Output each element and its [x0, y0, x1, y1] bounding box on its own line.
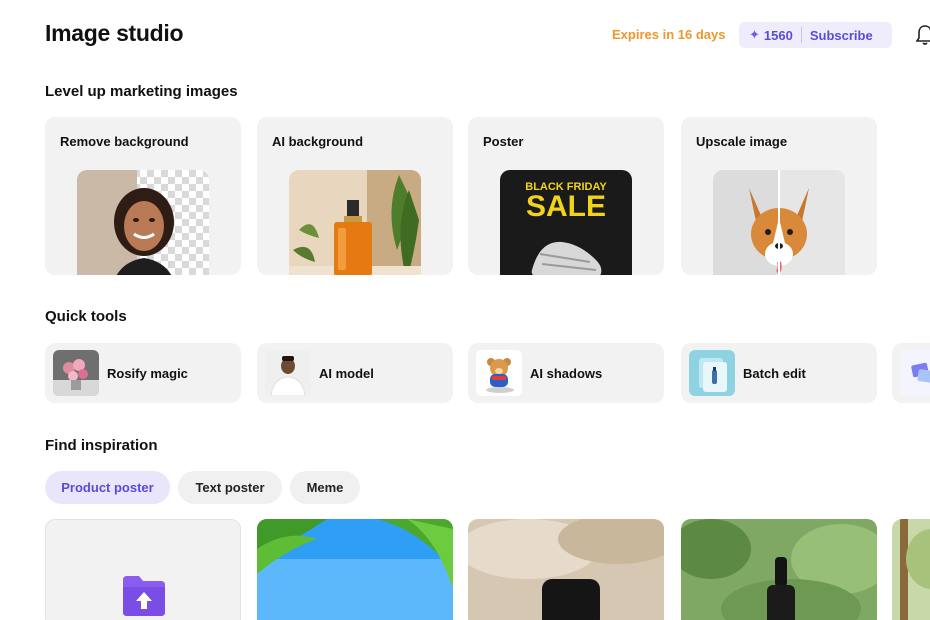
credits-count: 1560: [763, 27, 793, 43]
inspiration-card-sand-bottle[interactable]: [468, 519, 664, 620]
section-title-quick-tools: Quick tools: [45, 308, 127, 325]
poster-line-2: SALE: [526, 190, 606, 223]
tool-card-ai-shadows[interactable]: AI shadows: [468, 343, 664, 403]
upload-card[interactable]: [45, 519, 241, 620]
sparkle-icon: ✦: [749, 27, 760, 42]
tool-label: Batch edit: [743, 366, 806, 381]
tool-card-rosify-magic[interactable]: Rosify magic: [45, 343, 241, 403]
tool-card-ai-model[interactable]: AI model: [257, 343, 453, 403]
batch-edit-thumbnail: [689, 350, 735, 396]
tool-label: AI shadows: [530, 366, 603, 381]
inspiration-card-greenery-dropper[interactable]: [681, 519, 877, 620]
feature-card-remove-background[interactable]: Remove background: [45, 117, 241, 275]
tool-card-batch-edit[interactable]: Batch edit: [681, 343, 877, 403]
section-title-find-inspiration: Find inspiration: [45, 437, 158, 454]
feature-label: AI background: [272, 134, 364, 149]
tool-label: AI model: [319, 366, 374, 381]
tropical-sky-thumbnail: [257, 519, 453, 620]
rosify-magic-thumbnail: [53, 350, 99, 396]
ai-background-illustration: [289, 170, 421, 275]
upscale-illustration: [713, 170, 845, 275]
poster-illustration: BLACK FRIDAY SALE: [500, 170, 632, 275]
subscribe-button[interactable]: Subscribe: [810, 28, 873, 43]
chip-text-poster[interactable]: Text poster: [178, 471, 282, 504]
tool-label: Rosify magic: [107, 366, 188, 381]
feature-label: Upscale image: [696, 134, 788, 149]
remove-background-illustration: [77, 170, 209, 275]
partial-tool-thumbnail: [900, 350, 930, 396]
feature-label: Poster: [483, 134, 524, 149]
chip-product-poster[interactable]: Product poster: [45, 471, 170, 504]
ai-shadows-thumbnail: [476, 350, 522, 396]
tool-card-partial[interactable]: [892, 343, 930, 403]
ai-model-thumbnail: [265, 350, 311, 396]
upload-folder-icon: [123, 576, 165, 616]
section-title-level-up: Level up marketing images: [45, 83, 238, 100]
feature-card-poster[interactable]: Poster BLACK FRIDAY SALE: [468, 117, 664, 275]
credits-subscribe-pill: ✦ 1560 Subscribe: [739, 22, 892, 48]
inspiration-card-partial[interactable]: [892, 519, 930, 620]
partial-inspiration-thumbnail: [892, 519, 930, 620]
sand-bottle-thumbnail: [468, 519, 664, 620]
feature-card-upscale-image[interactable]: Upscale image: [681, 117, 877, 275]
pill-divider: [800, 27, 802, 43]
page-title: Image studio: [45, 20, 184, 46]
inspiration-card-tropical[interactable]: [257, 519, 453, 620]
bell-icon[interactable]: [916, 24, 930, 46]
feature-card-ai-background[interactable]: AI background: [257, 117, 453, 275]
trial-expiry-notice[interactable]: Expires in 16 days: [612, 27, 725, 42]
header: Image studio Expires in 16 days ✦ 1560 S…: [0, 0, 930, 70]
greenery-dropper-thumbnail: [681, 519, 877, 620]
chip-meme[interactable]: Meme: [290, 471, 360, 504]
feature-label: Remove background: [60, 134, 189, 149]
